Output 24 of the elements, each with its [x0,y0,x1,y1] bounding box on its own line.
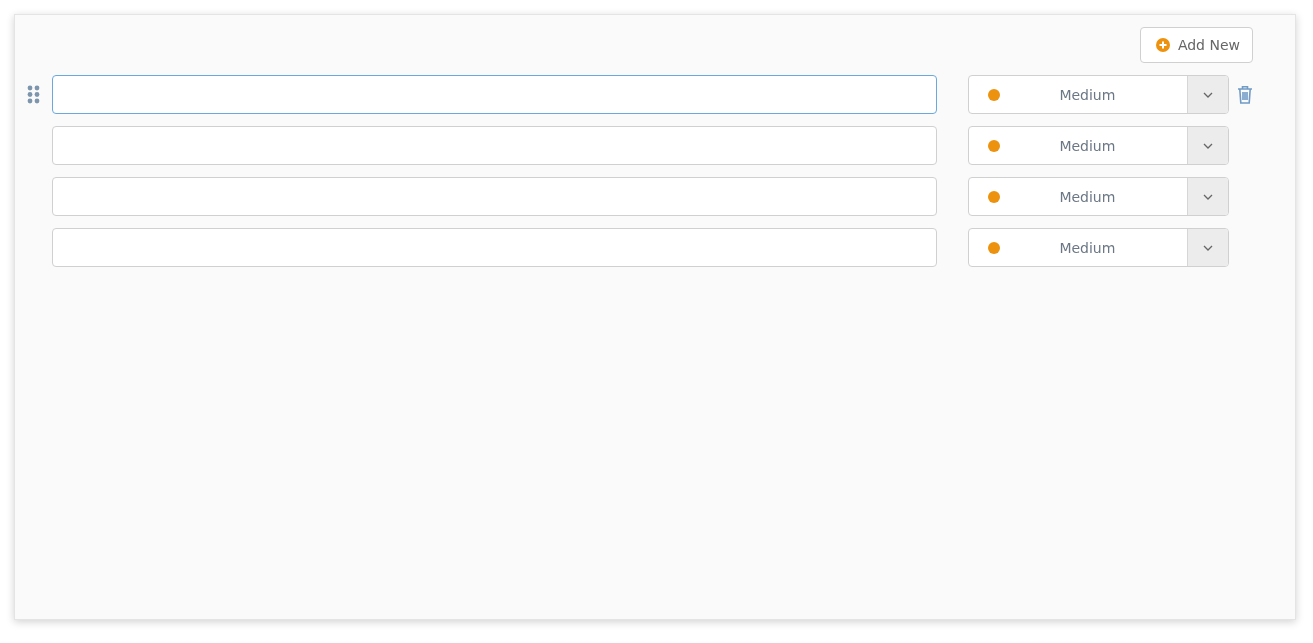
priority-label: Medium [1058,239,1117,256]
text-field[interactable] [52,177,938,216]
add-new-button[interactable]: Add New [1139,27,1253,63]
drag-handle-icon[interactable] [27,85,41,104]
chevron-down-icon [1202,193,1213,200]
priority-dropdown[interactable]: Medium [968,75,1229,114]
priority-dropdown[interactable]: Medium [968,177,1229,216]
priority-label: Medium [1058,137,1117,154]
chevron-down-icon [1202,91,1213,98]
priority-label: Medium [1058,86,1117,103]
trash-icon[interactable] [1237,85,1253,104]
text-field[interactable] [52,75,938,114]
dropdown-toggle[interactable] [1186,76,1228,113]
priority-dropdown[interactable]: Medium [968,126,1229,165]
dropdown-toggle[interactable] [1186,229,1228,266]
chevron-down-icon [1202,244,1213,251]
text-field[interactable] [52,126,938,165]
chevron-down-icon [1202,142,1213,149]
text-field[interactable] [52,228,938,267]
dropdown-toggle[interactable] [1186,178,1228,215]
dropdown-toggle[interactable] [1186,127,1228,164]
plus-circle-icon [1155,38,1170,52]
priority-label: Medium [1058,188,1117,205]
priority-dropdown[interactable]: Medium [968,228,1229,267]
